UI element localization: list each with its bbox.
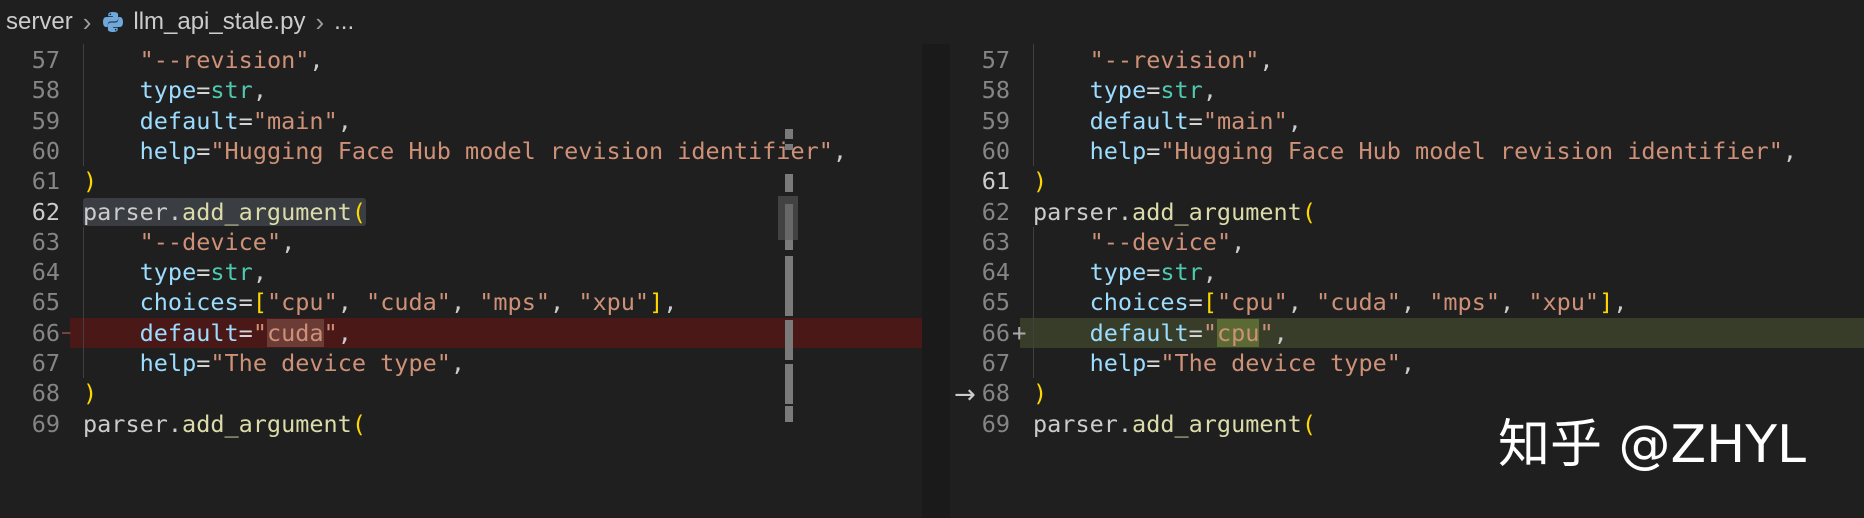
- line-number: 68: [31, 379, 60, 408]
- arrow-right-icon[interactable]: →: [954, 380, 976, 410]
- plus-icon: +: [1012, 318, 1027, 347]
- indent-guide: [1033, 226, 1034, 379]
- indent-guide: [83, 226, 84, 379]
- code-line[interactable]: 61): [950, 166, 1864, 196]
- code-line[interactable]: 63 "--device",: [950, 227, 1864, 257]
- code-text: ): [1033, 167, 1048, 196]
- code-line[interactable]: 67 help="The device type",: [950, 348, 1864, 378]
- code-text: parser.add_argument(: [1033, 197, 1316, 226]
- code-text: help="Hugging Face Hub model revision id…: [1089, 136, 1798, 165]
- code-text: parser.add_argument(: [1033, 409, 1316, 438]
- indent-guide: [1033, 44, 1034, 167]
- line-number: 62: [31, 197, 60, 226]
- code-text: ): [83, 167, 98, 196]
- code-line[interactable]: 60 help="Hugging Face Hub model revision…: [950, 136, 1864, 166]
- code-text: help="The device type",: [139, 349, 466, 377]
- code-text: "--revision",: [139, 46, 324, 74]
- code-line[interactable]: 64 type=str,: [950, 257, 1864, 287]
- line-number: 58: [981, 76, 1010, 105]
- code-line[interactable]: 64 type=str,: [0, 257, 922, 287]
- line-number: 69: [981, 409, 1010, 438]
- code-text: default="main",: [139, 106, 352, 135]
- code-text: parser.add_argument(: [83, 409, 366, 438]
- code-text: parser.add_argument(: [83, 197, 366, 226]
- overview-ruler-mark: [785, 406, 793, 422]
- line-number: 66: [31, 318, 60, 347]
- code-line[interactable]: 57 "--revision",: [0, 45, 922, 75]
- code-line[interactable]: 61): [0, 166, 922, 196]
- code-line[interactable]: 67 help="The device type",: [0, 348, 922, 378]
- line-number: 65: [981, 288, 1010, 317]
- line-number: 58: [31, 76, 60, 105]
- code-line[interactable]: 65 choices=["cpu", "cuda", "mps", "xpu"]…: [0, 287, 922, 317]
- line-number: 67: [981, 349, 1010, 377]
- line-number: 59: [31, 106, 60, 135]
- original-editor-pane[interactable]: 57 "--revision", 58 type=str, 59 default="…: [0, 44, 922, 518]
- chevron-right-icon: ›: [315, 6, 325, 37]
- code-text: type=str,: [139, 76, 267, 105]
- line-number: 62: [981, 197, 1010, 226]
- code-text: choices=["cpu", "cuda", "mps", "xpu"],: [139, 288, 678, 317]
- code-line[interactable]: 66 + default="cpu",: [982, 317, 1864, 348]
- code-text: help="Hugging Face Hub model revision id…: [139, 136, 848, 165]
- line-number: 59: [981, 106, 1010, 135]
- chevron-right-icon: ›: [82, 6, 92, 37]
- line-number: 61: [981, 167, 1010, 196]
- code-text: type=str,: [139, 258, 267, 287]
- code-text: "--revision",: [1089, 46, 1274, 74]
- code-text: ): [1033, 379, 1048, 408]
- overview-ruler-mark: [785, 174, 793, 192]
- scrollbar-thumb[interactable]: [778, 196, 798, 240]
- overview-ruler-mark: [785, 320, 793, 360]
- line-number: 65: [31, 288, 60, 317]
- code-text: type=str,: [1089, 76, 1217, 105]
- code-line[interactable]: 58 type=str,: [950, 75, 1864, 105]
- overview-ruler-mark: [785, 242, 793, 250]
- code-line[interactable]: 57 "--revision",: [950, 45, 1864, 75]
- code-line[interactable]: 59 default="main",: [950, 106, 1864, 136]
- code-line[interactable]: 60 help="Hugging Face Hub model revision…: [0, 136, 922, 166]
- code-text: ): [83, 379, 98, 408]
- overview-ruler-mark: [785, 256, 793, 316]
- line-number: 69: [31, 409, 60, 438]
- breadcrumb-more[interactable]: ...: [334, 8, 354, 36]
- line-number: 64: [31, 258, 60, 287]
- breadcrumb-file[interactable]: llm_api_stale.py: [133, 8, 305, 36]
- line-number: 64: [981, 258, 1010, 287]
- line-number: 57: [31, 46, 60, 74]
- code-text: type=str,: [1089, 258, 1217, 287]
- line-number: 57: [981, 46, 1010, 74]
- code-line[interactable]: 69 parser.add_argument(: [0, 409, 922, 439]
- code-text: default="cpu",: [1089, 318, 1288, 347]
- overview-ruler-mark: [785, 144, 793, 150]
- indent-guide: [83, 44, 84, 167]
- code-line[interactable]: 58 type=str,: [0, 75, 922, 105]
- code-text: "--device",: [1089, 227, 1246, 256]
- code-text: default="main",: [1089, 106, 1302, 135]
- code-text: choices=["cpu", "cuda", "mps", "xpu"],: [1089, 288, 1628, 317]
- code-line[interactable]: 68): [0, 378, 922, 408]
- line-number: 63: [31, 227, 60, 256]
- code-line[interactable]: 59 default="main",: [0, 106, 922, 136]
- python-icon: [101, 10, 125, 34]
- code-text: "--device",: [139, 227, 296, 256]
- code-line[interactable]: 62 parser.add_argument(: [950, 197, 1864, 227]
- minus-icon: —: [62, 324, 71, 341]
- overview-ruler-mark: [785, 129, 793, 139]
- code-text: default="cuda",: [139, 318, 352, 347]
- code-line[interactable]: 66— default="cuda",: [32, 317, 922, 348]
- watermark: 知乎 @ZHYL: [1498, 415, 1806, 475]
- line-number: 61: [31, 167, 60, 196]
- line-number: 66: [981, 318, 1010, 347]
- line-number: 67: [31, 349, 60, 377]
- breadcrumb: server › llm_api_stale.py › ...: [0, 0, 1864, 44]
- line-number: 63: [981, 227, 1010, 256]
- breadcrumb-folder[interactable]: server: [6, 8, 73, 36]
- diff-overview-ruler[interactable]: [922, 44, 950, 518]
- code-text: help="The device type",: [1089, 349, 1416, 377]
- code-line[interactable]: 65 choices=["cpu", "cuda", "mps", "xpu"]…: [950, 287, 1864, 317]
- overview-ruler-mark: [785, 364, 793, 404]
- line-number: 60: [981, 136, 1010, 165]
- line-number: 60: [31, 136, 60, 165]
